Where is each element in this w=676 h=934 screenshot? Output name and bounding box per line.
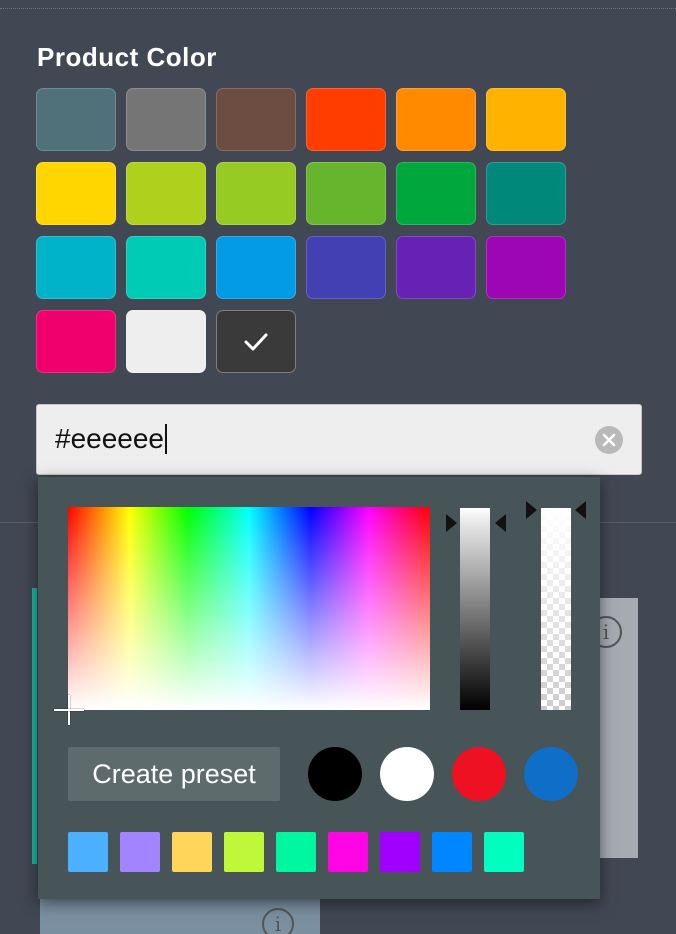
color-spectrum[interactable]: [54, 507, 430, 725]
info-icon[interactable]: i: [262, 908, 294, 934]
color-swatch[interactable]: [396, 88, 476, 151]
color-swatch[interactable]: [216, 88, 296, 151]
recent-color-swatch[interactable]: [68, 832, 108, 872]
checkmark-icon: [217, 311, 295, 372]
section-divider: [0, 8, 676, 9]
recent-color-swatch[interactable]: [120, 832, 160, 872]
recent-color-swatch[interactable]: [328, 832, 368, 872]
color-swatch[interactable]: [126, 88, 206, 151]
product-color-title: Product Color: [37, 42, 217, 72]
color-swatch[interactable]: [126, 310, 206, 373]
color-swatch[interactable]: [36, 236, 116, 299]
color-swatch[interactable]: [396, 162, 476, 225]
color-swatch[interactable]: [216, 162, 296, 225]
alpha-handle-right-icon[interactable]: [575, 501, 586, 519]
preset-color-circle[interactable]: [308, 747, 362, 801]
lightness-handle-left-icon[interactable]: [446, 514, 457, 532]
preset-color-circle[interactable]: [380, 747, 434, 801]
recent-color-swatch[interactable]: [224, 832, 264, 872]
color-swatch[interactable]: [216, 236, 296, 299]
color-swatch[interactable]: [216, 310, 296, 373]
hex-color-value: #eeeeee: [55, 423, 168, 455]
hex-color-input[interactable]: #eeeeee: [36, 404, 642, 475]
color-swatch[interactable]: [306, 236, 386, 299]
recent-color-swatch[interactable]: [432, 832, 472, 872]
background-selection-bar: [32, 588, 37, 864]
color-swatch[interactable]: [306, 88, 386, 151]
color-swatch[interactable]: [36, 88, 116, 151]
color-swatch[interactable]: [36, 162, 116, 225]
preset-color-circle[interactable]: [524, 747, 578, 801]
color-swatch[interactable]: [486, 236, 566, 299]
color-swatch[interactable]: [396, 236, 476, 299]
recent-color-swatch[interactable]: [484, 832, 524, 872]
preset-color-circle[interactable]: [452, 747, 506, 801]
alpha-handle-left-icon[interactable]: [526, 501, 537, 519]
recent-color-swatch[interactable]: [380, 832, 420, 872]
create-preset-button[interactable]: Create preset: [68, 747, 280, 801]
color-swatch[interactable]: [36, 310, 116, 373]
lightness-slider[interactable]: [460, 508, 490, 710]
alpha-slider[interactable]: [541, 508, 571, 710]
recent-color-swatch[interactable]: [172, 832, 212, 872]
clear-input-icon[interactable]: [595, 426, 623, 454]
color-swatch[interactable]: [306, 162, 386, 225]
text-caret: [165, 424, 168, 454]
spectrum-crosshair-icon[interactable]: [54, 695, 84, 725]
color-swatch[interactable]: [126, 162, 206, 225]
color-picker-popup: Create preset: [38, 477, 600, 899]
recent-color-swatch[interactable]: [276, 832, 316, 872]
color-swatch[interactable]: [126, 236, 206, 299]
color-swatch[interactable]: [486, 88, 566, 151]
color-swatch[interactable]: [486, 162, 566, 225]
lightness-handle-right-icon[interactable]: [495, 514, 506, 532]
